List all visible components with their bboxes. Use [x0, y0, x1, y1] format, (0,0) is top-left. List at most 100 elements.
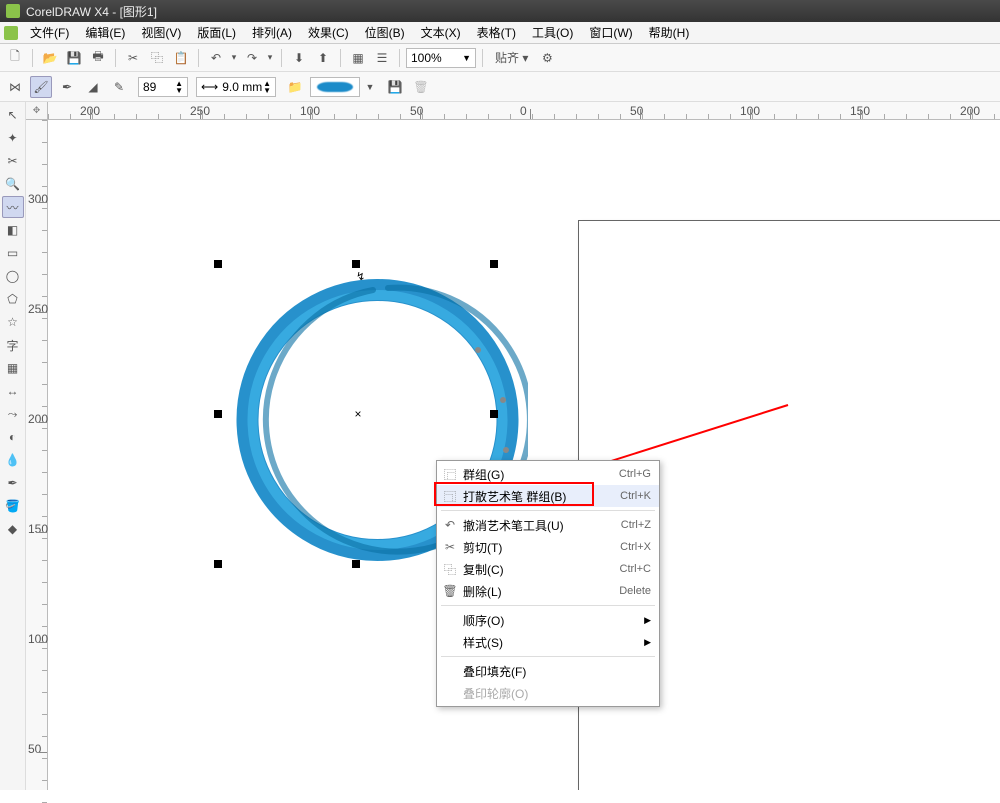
- ctx-order[interactable]: 顺序(O) ▶: [437, 609, 659, 631]
- effects-tool[interactable]: ◐: [2, 426, 24, 448]
- menu-file[interactable]: 文件(F): [22, 22, 77, 43]
- zoom-tool[interactable]: 🔍: [2, 173, 24, 195]
- ellipse-tool[interactable]: ◯: [2, 265, 24, 287]
- group-icon: ⿸: [437, 466, 463, 483]
- sprayer-button[interactable]: ✒: [56, 76, 78, 98]
- calligraphy-button[interactable]: ◢: [82, 76, 104, 98]
- options-button[interactable]: ⚙: [536, 47, 558, 69]
- app-logo-icon: [6, 4, 20, 18]
- text-tool[interactable]: 字: [2, 334, 24, 356]
- menu-bitmap[interactable]: 位图(B): [357, 22, 413, 43]
- crop-tool[interactable]: ✂: [2, 150, 24, 172]
- ruler-vertical[interactable]: 30025020015010050: [26, 120, 48, 790]
- undo-button[interactable]: ↶: [205, 47, 227, 69]
- selection-handle[interactable]: [352, 260, 360, 268]
- chevron-down-icon: ▼: [462, 53, 471, 63]
- print-button[interactable]: 🖶: [87, 47, 109, 69]
- save-button[interactable]: 💾: [63, 47, 85, 69]
- ctx-style[interactable]: 样式(S) ▶: [437, 631, 659, 653]
- save-brush-button[interactable]: 💾: [384, 76, 406, 98]
- menu-arrange[interactable]: 排列(A): [244, 22, 300, 43]
- context-menu: ⿸ 群组(G) Ctrl+G ⿹ 打散艺术笔 群组(B) Ctrl+K ↶ 撤消…: [436, 460, 660, 707]
- zoom-combo[interactable]: 100% ▼: [406, 48, 476, 68]
- menu-table[interactable]: 表格(T): [469, 22, 524, 43]
- ctx-break-apart[interactable]: ⿹ 打散艺术笔 群组(B) Ctrl+K: [437, 485, 659, 507]
- new-button[interactable]: 🗋: [4, 47, 26, 69]
- shape-tool[interactable]: ✦: [2, 127, 24, 149]
- dimension-tool[interactable]: ↔: [2, 380, 24, 402]
- ctx-cut[interactable]: ✂ 剪切(T) Ctrl+X: [437, 536, 659, 558]
- menu-layout[interactable]: 版面(L): [189, 22, 244, 43]
- separator: [441, 510, 655, 511]
- ruler-horizontal[interactable]: 20025015010050050100150200: [48, 102, 1000, 120]
- selection-handle[interactable]: [490, 410, 498, 418]
- ctx-undo[interactable]: ↶ 撤消艺术笔工具(U) Ctrl+Z: [437, 514, 659, 536]
- zoom-value: 100%: [411, 51, 442, 65]
- property-bar: ⋈ 🖌 ✒ ◢ ✎ 89 ▲▼ ⟷ 9.0 mm ▲▼ 📁 ▼ 💾 🗑: [0, 72, 1000, 102]
- selection-handle[interactable]: [214, 410, 222, 418]
- stepper-icon[interactable]: ▲▼: [175, 80, 183, 94]
- rectangle-tool[interactable]: ▭: [2, 242, 24, 264]
- cursor-icon: ↯: [356, 270, 365, 283]
- stepper-icon[interactable]: ▲▼: [263, 80, 271, 94]
- eyedropper-tool[interactable]: 💧: [2, 449, 24, 471]
- menu-text[interactable]: 文本(X): [413, 22, 469, 43]
- undo-dd-icon[interactable]: ▾: [229, 47, 239, 69]
- selection-handle[interactable]: [214, 260, 222, 268]
- copy-icon: ⿻: [437, 561, 463, 578]
- doc-logo-icon: [4, 26, 18, 40]
- smart-fill-tool[interactable]: ◧: [2, 219, 24, 241]
- brush-stroke-icon: [317, 82, 353, 92]
- shapes-tool[interactable]: ☆: [2, 311, 24, 333]
- export-button[interactable]: ⬆: [312, 47, 334, 69]
- brush-mode-button[interactable]: 🖌: [30, 76, 52, 98]
- ctx-overprint-fill[interactable]: 叠印填充(F): [437, 660, 659, 682]
- connector-tool[interactable]: ⤳: [2, 403, 24, 425]
- titlebar: CorelDRAW X4 - [图形1]: [0, 0, 1000, 22]
- toolbox: ↖ ✦ ✂ 🔍 〰 ◧ ▭ ◯ ⬠ ☆ 字 ▦ ↔ ⤳ ◐ 💧 ✒ 🪣 ◆: [0, 102, 26, 790]
- app-launcher-button[interactable]: ▦: [347, 47, 369, 69]
- polygon-tool[interactable]: ⬠: [2, 288, 24, 310]
- selection-handle[interactable]: [352, 560, 360, 568]
- import-button[interactable]: ⬇: [288, 47, 310, 69]
- table-tool[interactable]: ▦: [2, 357, 24, 379]
- smoothing-field[interactable]: 89 ▲▼: [138, 77, 188, 97]
- ruler-origin[interactable]: ✥: [26, 102, 48, 120]
- width-icon: ⟷: [201, 80, 218, 94]
- ctx-copy[interactable]: ⿻ 复制(C) Ctrl+C: [437, 558, 659, 580]
- selection-handle[interactable]: [490, 260, 498, 268]
- menu-edit[interactable]: 编辑(E): [77, 22, 133, 43]
- ctx-delete[interactable]: 🗑 删除(L) Delete: [437, 580, 659, 602]
- menu-window[interactable]: 窗口(W): [581, 22, 640, 43]
- ctx-group[interactable]: ⿸ 群组(G) Ctrl+G: [437, 463, 659, 485]
- brush-preview[interactable]: [310, 77, 360, 97]
- freehand-tool[interactable]: 〰: [2, 196, 24, 218]
- open-button[interactable]: 📂: [39, 47, 61, 69]
- separator: [441, 656, 655, 657]
- paste-button[interactable]: 📋: [170, 47, 192, 69]
- outline-tool[interactable]: ✒: [2, 472, 24, 494]
- cut-button[interactable]: ✂: [122, 47, 144, 69]
- width-field[interactable]: ⟷ 9.0 mm ▲▼: [196, 77, 276, 97]
- menu-effects[interactable]: 效果(C): [300, 22, 357, 43]
- delete-brush-button[interactable]: 🗑: [410, 76, 432, 98]
- pressure-button[interactable]: ✎: [108, 76, 130, 98]
- welcome-button[interactable]: ☰: [371, 47, 393, 69]
- selection-handle[interactable]: [214, 560, 222, 568]
- menu-help[interactable]: 帮助(H): [641, 22, 698, 43]
- interactive-fill-tool[interactable]: ◆: [2, 518, 24, 540]
- pick-tool[interactable]: ↖: [2, 104, 24, 126]
- snap-button[interactable]: 贴齐 ▾: [489, 47, 534, 69]
- redo-button[interactable]: ↷: [241, 47, 263, 69]
- window-title: CorelDRAW X4 - [图形1]: [26, 3, 157, 20]
- brush-dd-icon[interactable]: ▼: [364, 76, 376, 98]
- redo-dd-icon[interactable]: ▾: [265, 47, 275, 69]
- browse-button[interactable]: 📁: [284, 76, 306, 98]
- menu-tools[interactable]: 工具(O): [524, 22, 581, 43]
- fill-tool[interactable]: 🪣: [2, 495, 24, 517]
- preset-button[interactable]: ⋈: [4, 76, 26, 98]
- menu-view[interactable]: 视图(V): [133, 22, 189, 43]
- copy-button[interactable]: ⿻: [146, 47, 168, 69]
- separator: [441, 605, 655, 606]
- break-icon: ⿹: [437, 488, 463, 505]
